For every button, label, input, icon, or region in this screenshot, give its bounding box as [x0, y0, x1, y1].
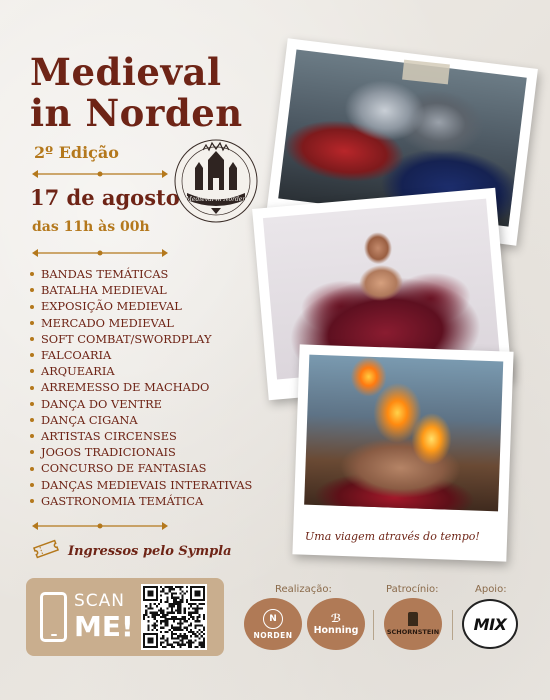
mix-logo-text: MIX — [473, 614, 507, 634]
edition-label: 2º Edição — [34, 143, 119, 162]
list-item: DANÇAS MEDIEVAIS INTERATIVAS — [30, 477, 252, 493]
norden-logo-text: NORDEN — [253, 630, 293, 640]
list-item: DANÇA CIGANA — [30, 412, 252, 428]
bullet-icon — [30, 466, 34, 471]
chimney-icon — [408, 612, 418, 626]
bullet-icon — [30, 353, 34, 358]
bullet-icon — [30, 498, 34, 503]
phone-icon — [40, 592, 67, 642]
sponsor-divider-1 — [373, 610, 374, 640]
bullet-icon — [30, 288, 34, 293]
list-item: JOGOS TRADICIONAIS — [30, 444, 252, 460]
bullet-icon — [30, 304, 34, 309]
castle-seal-logo: Medieval in Norden — [173, 138, 259, 224]
tickets-link[interactable]: Ingressos pelo Sympla — [32, 538, 232, 564]
honning-logo[interactable]: ℬ Honning — [307, 598, 365, 650]
list-item: FALCOARIA — [30, 347, 252, 363]
list-item: CONCURSO DE FANTASIAS — [30, 460, 252, 476]
honning-logo-text: Honning — [313, 624, 359, 636]
photo-fire — [304, 354, 504, 512]
mix-radio-logo[interactable]: MIX — [462, 599, 518, 649]
list-item: SOFT COMBAT/SWORDPLAY — [30, 331, 252, 347]
list-item: ARREMESSO DE MACHADO — [30, 379, 252, 395]
scan-me-text: SCAN ME! — [74, 591, 134, 643]
apoio-label: Apoio: — [475, 584, 507, 595]
bullet-icon — [30, 434, 34, 439]
title-line-1: Medieval — [30, 50, 222, 94]
list-item: ARTISTAS CIRCENSES — [30, 428, 252, 444]
sponsor-divider-2 — [452, 610, 453, 640]
list-item: BATALHA MEDIEVAL — [30, 282, 252, 298]
bee-icon: ℬ — [330, 611, 342, 625]
activities-list: BANDAS TEMÁTICAS BATALHA MEDIEVAL EXPOSI… — [30, 266, 252, 509]
bullet-icon — [30, 417, 34, 422]
scan-me-box[interactable]: SCAN ME! — [26, 578, 224, 656]
ornament-divider-bottom — [30, 519, 170, 533]
bullet-icon — [30, 401, 34, 406]
list-item: ARQUEARIA — [30, 363, 252, 379]
seal-text: Medieval in Norden — [185, 196, 247, 203]
list-item: MERCADO MEDIEVAL — [30, 315, 252, 331]
photo-caption: Uma viagem através do tempo! — [305, 530, 480, 543]
poster-title: Medieval in Norden — [30, 52, 243, 134]
bullet-icon — [30, 320, 34, 325]
list-item: GASTRONOMIA TEMÁTICA — [30, 493, 252, 509]
tickets-text: Ingressos pelo Sympla — [68, 543, 232, 559]
title-line-2: in Norden — [30, 91, 243, 135]
bullet-icon — [30, 369, 34, 374]
bullet-icon — [30, 450, 34, 455]
bullet-icon — [30, 336, 34, 341]
bullet-icon — [30, 272, 34, 277]
bullet-icon — [30, 385, 34, 390]
norden-logo[interactable]: N NORDEN — [244, 598, 302, 650]
ticket-icon — [32, 538, 60, 564]
realizacao-label: Realização: — [275, 584, 332, 595]
schornstein-logo-text: SCHORNSTEIN — [386, 628, 440, 636]
ornament-divider-middle — [30, 246, 170, 260]
schornstein-logo[interactable]: SCHORNSTEIN — [384, 598, 442, 650]
norden-emblem-icon: N — [263, 608, 283, 629]
list-item: DANÇA DO VENTRE — [30, 396, 252, 412]
list-item: EXPOSIÇÃO MEDIEVAL — [30, 298, 252, 314]
event-hours: das 11h às 00h — [32, 219, 150, 235]
qr-code[interactable] — [141, 584, 207, 650]
event-date: 17 de agosto — [30, 185, 180, 210]
patrocinio-label: Patrocínio: — [386, 584, 439, 595]
ornament-divider-top — [30, 167, 170, 181]
bullet-icon — [30, 482, 34, 487]
list-item: BANDAS TEMÁTICAS — [30, 266, 252, 282]
